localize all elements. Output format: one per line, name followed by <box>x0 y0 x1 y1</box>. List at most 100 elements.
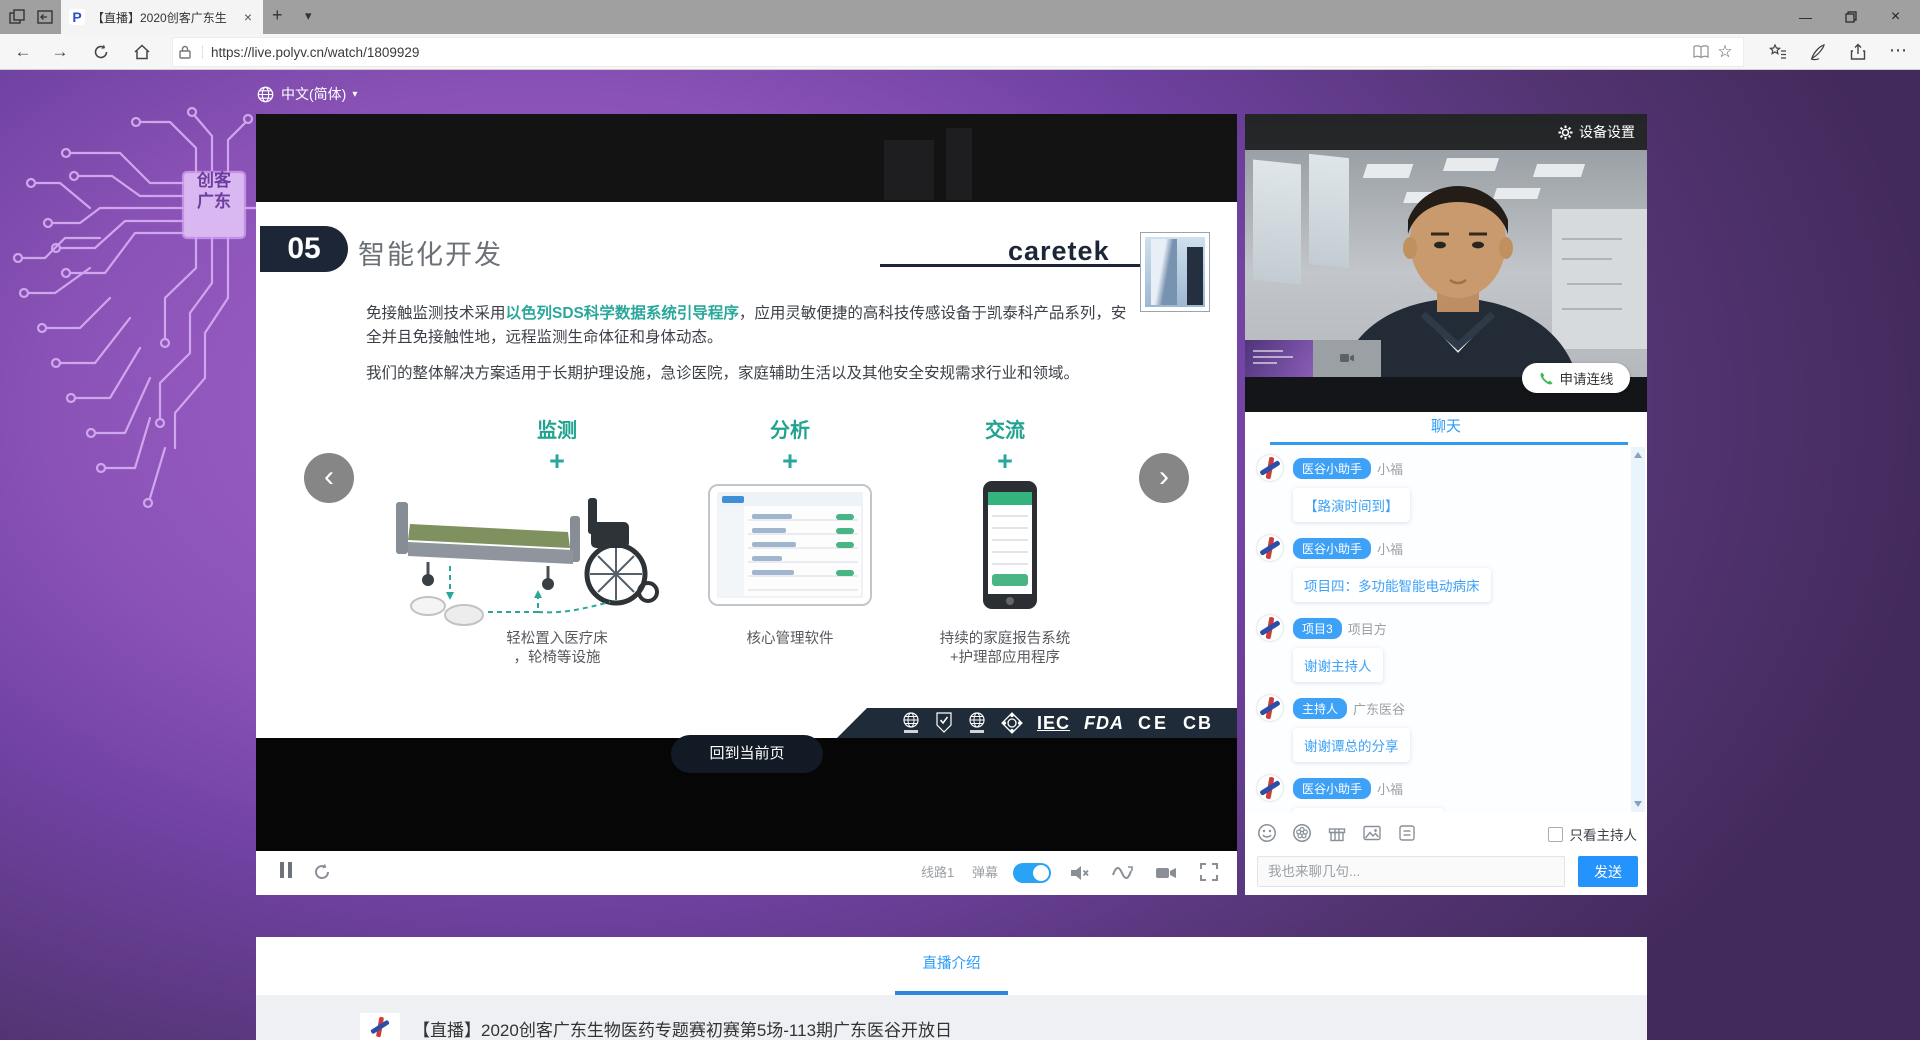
column-header-monitor: 监测 <box>537 420 577 442</box>
circuit-brain-decoration <box>12 106 262 509</box>
fda-mark: FDA <box>1083 712 1124 733</box>
fullscreen-icon[interactable] <box>1199 862 1219 884</box>
restore-button[interactable] <box>1828 0 1873 34</box>
ink-pen-icon[interactable] <box>1806 40 1830 64</box>
chat-message-list[interactable]: 医谷小助手 小福 【路演时间到】 医谷小助手 小福 项目四：多功能智能电动病床 <box>1245 447 1631 812</box>
tab-preview-icon[interactable] <box>8 8 26 26</box>
send-button[interactable]: 发送 <box>1578 856 1638 887</box>
tab-list-icon[interactable]: ▾ <box>305 8 312 24</box>
share-icon[interactable] <box>1846 40 1870 64</box>
user-name: 小福 <box>1377 781 1404 797</box>
message-bubble: 【路演倒计时】5分钟 <box>1293 808 1445 812</box>
only-host-label: 只看主持人 <box>1569 828 1638 843</box>
prev-slide-button[interactable]: ‹ <box>304 453 354 503</box>
tab-close-icon[interactable]: × <box>241 9 255 25</box>
rosette-mark-icon <box>1001 712 1023 734</box>
favorite-star-icon[interactable]: ☆ <box>1713 42 1737 62</box>
player-control-bar: 线路1 弹幕 <box>256 851 1237 895</box>
phone-icon <box>1540 372 1552 384</box>
yigu-logo <box>360 1013 400 1040</box>
back-button[interactable]: ← <box>12 41 34 63</box>
scroll-up-icon[interactable] <box>1634 452 1642 458</box>
slide-thumbnail[interactable] <box>1245 340 1313 377</box>
close-window-button[interactable]: × <box>1873 0 1918 34</box>
image-upload-icon[interactable] <box>1362 823 1384 845</box>
live-title-area: 【直播】2020创客广东生物医药专题赛初赛第5场-113期广东医谷开放日 <box>256 995 1647 1040</box>
software-tablet-image <box>708 484 872 606</box>
request-call-label: 申请连线 <box>1559 372 1614 387</box>
user-badge: 项目3 <box>1293 617 1342 639</box>
home-button[interactable] <box>131 41 153 63</box>
more-menu-icon[interactable]: ⋯ <box>1886 40 1910 64</box>
mute-icon[interactable] <box>1068 862 1090 884</box>
minimize-button[interactable]: — <box>1783 0 1828 34</box>
refresh-button[interactable] <box>90 41 112 63</box>
back-to-current-page-button[interactable]: 回到当前页 <box>671 735 823 773</box>
user-name: 小福 <box>1377 461 1404 477</box>
webcam-header: 设备设置 <box>1245 114 1647 150</box>
browser-tab[interactable]: P 【直播】2020创客广东生 × <box>61 0 263 34</box>
chat-message: 主持人 广东医谷 谢谢谭总的分享 <box>1257 695 1621 762</box>
favorites-list-icon[interactable] <box>1766 40 1790 64</box>
language-caret-icon: ▾ <box>352 88 358 100</box>
flower-sticker-icon[interactable] <box>1292 823 1314 845</box>
user-name: 项目方 <box>1347 621 1387 637</box>
plus-sign: + <box>782 446 798 476</box>
secondary-thumbnail[interactable] <box>1313 340 1381 377</box>
address-bar[interactable]: https://live.polyv.cn/watch/1809929 ☆ <box>172 37 1744 67</box>
caption-monitor: 轻松置入医疗床 ，轮椅等设施 <box>506 631 608 666</box>
chat-message: 医谷小助手 小福 【路演倒计时】5分钟 <box>1257 775 1621 812</box>
chat-input[interactable] <box>1257 856 1565 887</box>
certification-bar: IEC FDA CE CB <box>837 708 1237 738</box>
set-tabs-aside-icon[interactable] <box>36 8 54 26</box>
video-letterbox-top <box>256 114 1237 202</box>
chat-message: 项目3 项目方 谢谢主持人 <box>1257 615 1621 682</box>
gear-icon[interactable] <box>1558 125 1573 140</box>
plus-sign: + <box>549 446 565 476</box>
chat-tab-header: 聊天 <box>1245 412 1647 445</box>
pause-button[interactable] <box>278 862 294 884</box>
hospital-bed-wheelchair-image <box>396 498 659 626</box>
reload-stream-button[interactable] <box>312 862 332 884</box>
camera-icon[interactable] <box>1154 862 1178 884</box>
cert-badge-icon <box>936 712 952 733</box>
video-player[interactable]: 05 智能化开发 caretek 免接触监测技术采用以色列SDS科学数据系统引导… <box>256 114 1237 895</box>
request-call-button[interactable]: 申请连线 <box>1522 363 1630 393</box>
chat-scrollbar[interactable] <box>1631 447 1645 812</box>
tab-chat[interactable]: 聊天 <box>1431 418 1461 435</box>
browser-tab-bar: P 【直播】2020创客广东生 × + ▾ — × <box>0 0 1920 34</box>
new-tab-button[interactable]: + <box>272 5 283 26</box>
globe-icon <box>257 86 274 102</box>
avatar <box>1257 535 1283 561</box>
only-host-checkbox[interactable] <box>1547 826 1563 842</box>
tab-title: 【直播】2020创客广东生 <box>92 10 227 25</box>
slide-paragraph-1: 免接触监测技术采用以色列SDS科学数据系统引导程序，应用灵敏便捷的高科技传感设备… <box>366 305 1127 346</box>
scroll-down-icon[interactable] <box>1634 801 1642 807</box>
quality-wave-icon[interactable] <box>1111 862 1133 884</box>
user-badge: 主持人 <box>1293 697 1348 719</box>
iec-mark: IEC <box>1036 712 1070 733</box>
browser-toolbar: ← → https://live.polyv.cn/watch/1809929 … <box>0 34 1920 70</box>
cb-mark: CB <box>1183 712 1213 733</box>
line-select-label[interactable]: 线路1 <box>921 862 954 884</box>
language-selector[interactable]: 中文(简体) ▾ <box>257 84 357 104</box>
interaction-panel: 设备设置 申请连线 聊天 医谷小助手 小福 【路演时间到】 医谷小助手 小福 项… <box>1245 114 1647 895</box>
caption-communicate: 持续的家庭报告系统 +护理部应用程序 <box>939 631 1071 666</box>
live-title: 【直播】2020创客广东生物医药专题赛初赛第5场-113期广东医谷开放日 <box>413 1021 953 1040</box>
tab-live-intro[interactable]: 直播介绍 <box>923 956 981 972</box>
device-settings-label[interactable]: 设备设置 <box>1579 122 1635 142</box>
live-page: 创客 广东 中文(简体) ▾ 05 智能化开发 caretek 免接触监测技术采… <box>0 70 1920 1040</box>
lock-icon <box>179 45 203 59</box>
danmu-toggle[interactable] <box>1013 863 1051 883</box>
language-label: 中文(简体) <box>281 86 347 102</box>
url-text[interactable]: https://live.polyv.cn/watch/1809929 <box>211 45 1689 60</box>
notice-icon[interactable] <box>1397 823 1419 845</box>
emoji-icon[interactable] <box>1257 823 1279 845</box>
message-bubble: 谢谢谭总的分享 <box>1293 728 1410 762</box>
forward-button[interactable]: → <box>49 41 71 63</box>
reading-view-icon[interactable] <box>1689 44 1713 60</box>
next-slide-button[interactable]: › <box>1139 453 1189 503</box>
message-bubble: 【路演时间到】 <box>1293 488 1410 522</box>
gift-icon[interactable] <box>1327 823 1349 845</box>
avatar <box>1257 775 1283 801</box>
